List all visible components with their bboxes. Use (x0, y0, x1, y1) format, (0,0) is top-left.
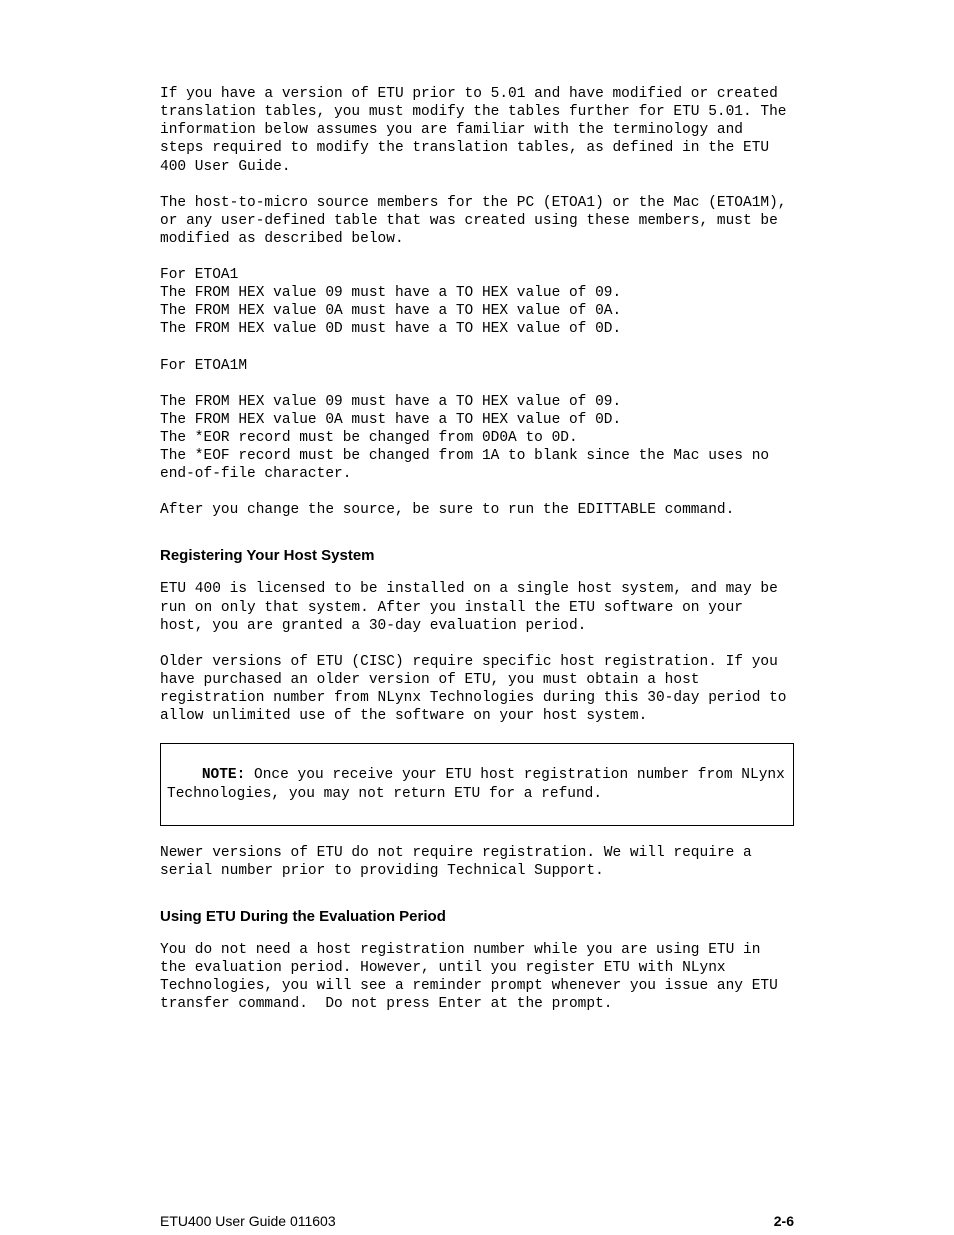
paragraph-intro: If you have a version of ETU prior to 5.… (160, 85, 794, 176)
heading-registering: Registering Your Host System (160, 547, 794, 564)
paragraph-license: ETU 400 is licensed to be installed on a… (160, 580, 794, 634)
paragraph-older-versions: Older versions of ETU (CISC) require spe… (160, 653, 794, 726)
note-box: NOTE: Once you receive your ETU host reg… (160, 743, 794, 826)
paragraph-host-to-micro: The host-to-micro source members for the… (160, 194, 794, 248)
page-footer: ETU400 User Guide 011603 2-6 (160, 1213, 794, 1235)
footer-page-number: 2-6 (774, 1213, 794, 1229)
heading-evaluation: Using ETU During the Evaluation Period (160, 908, 794, 925)
paragraph-newer-versions: Newer versions of ETU do not require reg… (160, 844, 794, 880)
paragraph-evaluation-body: You do not need a host registration numb… (160, 941, 794, 1014)
note-label: NOTE: (202, 767, 246, 783)
paragraph-etoa1m-label: For ETOA1M (160, 357, 794, 375)
paragraph-edittable: After you change the source, be sure to … (160, 501, 794, 519)
note-body: Once you receive your ETU host registrat… (167, 767, 794, 801)
footer-title: ETU400 User Guide 011603 (160, 1213, 336, 1229)
document-page: If you have a version of ETU prior to 5.… (0, 0, 954, 1235)
paragraph-etoa1m-values: The FROM HEX value 09 must have a TO HEX… (160, 393, 794, 484)
paragraph-etoa1: For ETOA1 The FROM HEX value 09 must hav… (160, 266, 794, 339)
